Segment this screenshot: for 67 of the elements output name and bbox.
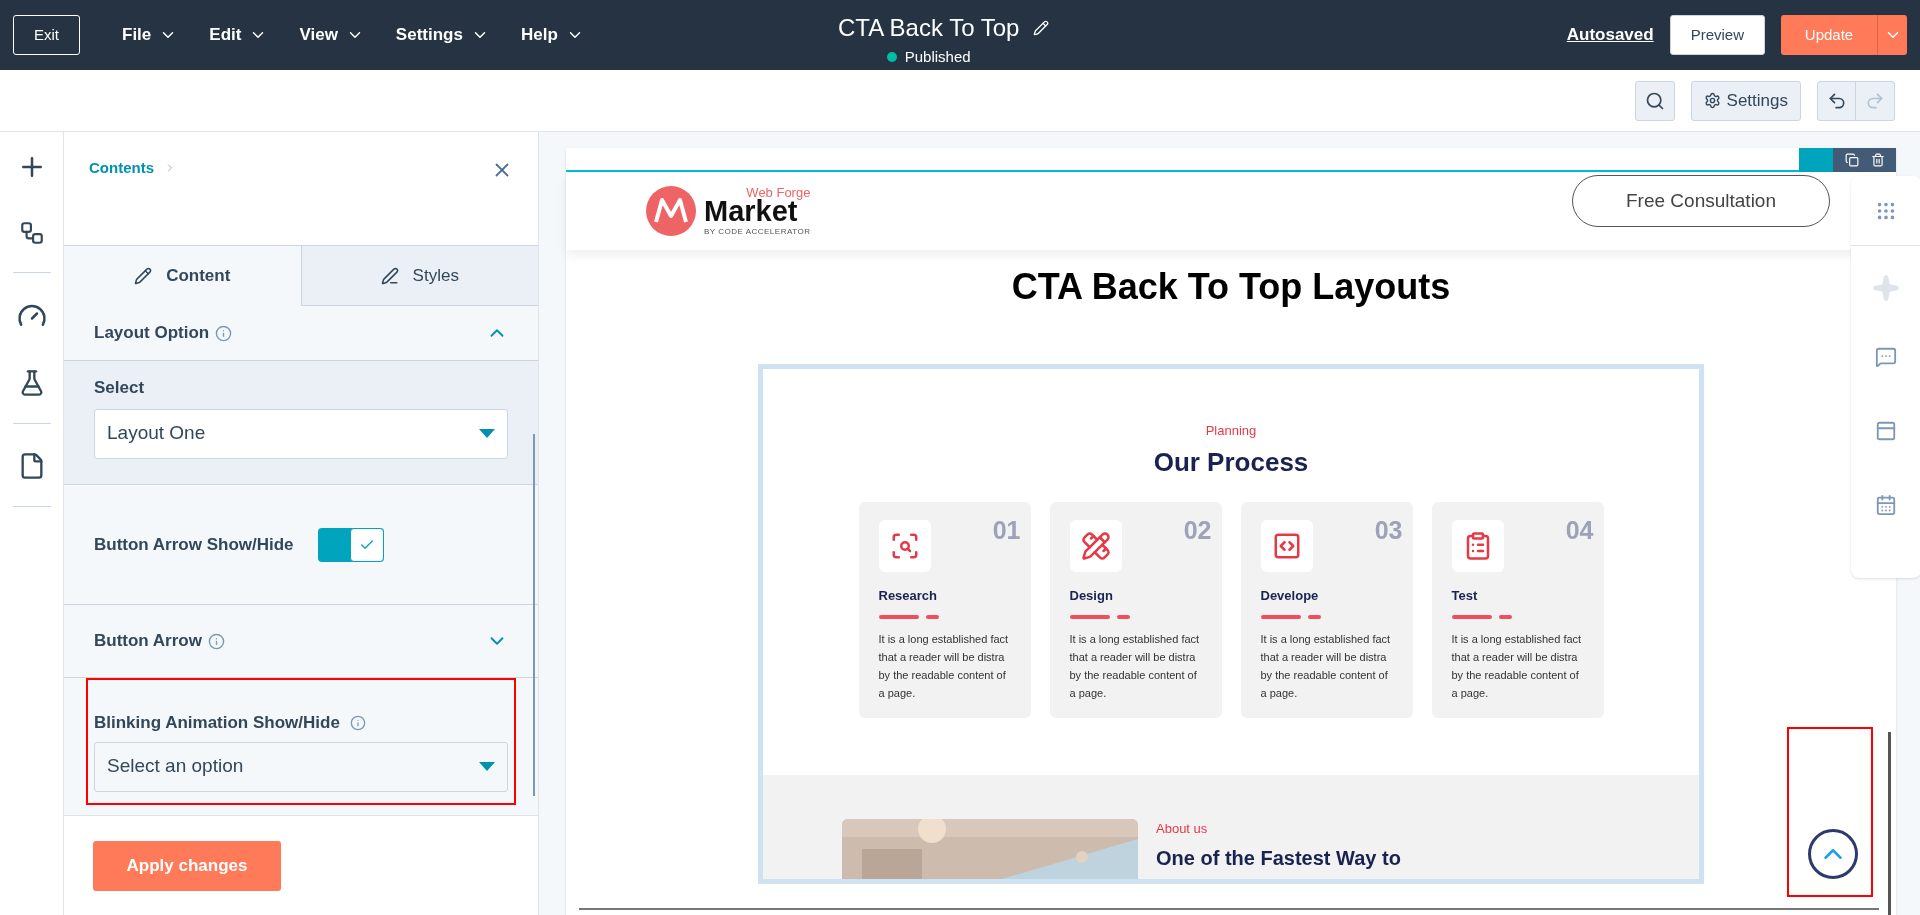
card-title: Design [1069,586,1114,605]
pencil-ruler-icon [1080,530,1111,561]
chat-icon[interactable] [1875,346,1897,368]
card-title: Research [878,586,939,605]
divider-dash-drawing [1069,615,1130,620]
redo-icon [1865,90,1885,111]
card-text: It is a long established fact that a reader will be distra by the readable content of a page. [1260,632,1392,701]
selection-handle [1799,148,1833,172]
section-label: Layout Option [94,322,210,345]
settings-button[interactable]: Settings [1690,80,1801,121]
panel-tab[interactable]: Styles [301,245,538,306]
section-title: Our Process [1153,445,1309,479]
settings-icon [1703,92,1721,109]
undo-icon [1826,90,1847,111]
pencil-icon [134,267,153,285]
breadcrumb-link[interactable]: Contents [89,157,154,180]
caret-icon [479,762,495,771]
animation-select[interactable]: Select an option [94,741,508,792]
menu-item[interactable]: View [287,22,376,48]
field-label: Button Arrow Show/Hide [94,533,294,556]
card-title: Develope [1260,586,1320,605]
menu-item[interactable]: Edit [197,22,280,48]
copy-icon[interactable] [1844,153,1859,167]
page-heading: CTA Back To Top Layouts [1011,265,1451,309]
step-number: 04 [1565,514,1594,546]
menu-item[interactable]: Settings [383,22,501,48]
autosaved-link[interactable]: Autosaved [1566,22,1654,48]
section-eyebrow: Planning [1205,422,1257,440]
info-icon [207,632,225,650]
menu-item[interactable]: File [110,22,190,48]
section-eyebrow: About us [1156,820,1209,838]
window-icon[interactable] [1875,420,1897,442]
card-title: Test [1451,586,1479,605]
layout-select[interactable]: Layout One [94,408,508,459]
exit-button[interactable]: Exit [13,15,80,55]
card-text: It is a long established fact that a reader will be distra by the readable content of a page. [1069,632,1201,701]
step-number: 03 [1374,514,1403,546]
section-label: Button Arrow [94,630,202,653]
search-icon [1644,90,1665,111]
divider-dash-drawing [878,615,939,620]
preview-button[interactable]: Preview [1669,15,1765,55]
info-icon [349,714,366,731]
field-label: Select [94,377,146,399]
panel-tab[interactable]: Content [64,245,302,306]
divider-dash-drawing [1260,615,1321,620]
field-label: Blinking Animation Show/Hide [94,712,340,734]
divider-dash-drawing [1451,615,1512,620]
logo-name: Market [704,197,798,226]
undo-button[interactable] [1817,80,1856,121]
status-text: Published [904,47,971,67]
search-button[interactable] [1634,80,1675,121]
info-icon [215,324,233,342]
page-title: CTA Back To Top [838,13,1020,43]
logo-tagline: Web Forge [746,186,811,199]
step-number: 02 [1183,514,1212,546]
logo-byline: BY CODE ACCELERATOR [704,228,811,236]
card-text: It is a long established fact that a reader will be distra by the readable content of a page. [1451,632,1583,701]
card-text: It is a long established fact that a reader will be distra by the readable content of a page. [878,632,1010,701]
logo-icon [646,186,696,236]
trash-icon[interactable] [1870,153,1885,167]
pencil-icon[interactable] [1033,20,1050,36]
calendar-icon[interactable] [1875,494,1897,516]
toggle-switch[interactable] [317,527,384,562]
section-title: One of the Fastest Way to [1156,845,1401,871]
menu-item[interactable]: Help [508,22,596,48]
step-number: 01 [992,514,1021,546]
caret-icon [479,429,495,438]
